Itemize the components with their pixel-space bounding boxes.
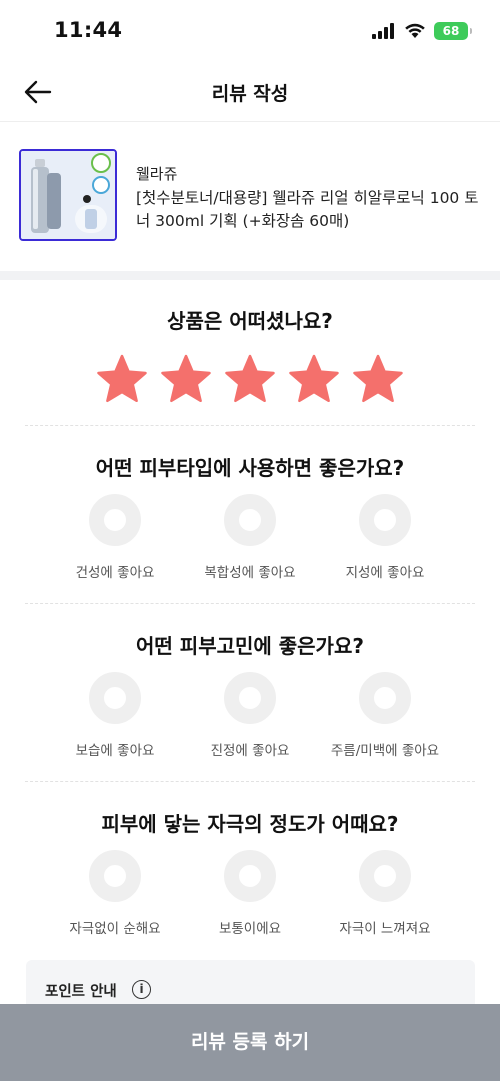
option-label: 보통이에요 <box>218 921 282 937</box>
skin-concern-question: 어떤 피부고민에 좋은가요? <box>136 634 364 658</box>
option-label: 복합성에 좋아요 <box>204 565 296 581</box>
skin-type-question: 어떤 피부타입에 사용하면 좋은가요? <box>95 456 405 480</box>
option-radio[interactable] <box>224 494 276 546</box>
option-label: 자극없이 순해요 <box>69 921 161 937</box>
irritation-question: 피부에 닿는 자극의 정도가 어때요? <box>101 812 399 836</box>
cellular-signal-icon <box>372 23 394 39</box>
page-title: 리뷰 작성 <box>211 83 289 105</box>
dashed-divider <box>25 603 475 604</box>
option-label: 주름/미백에 좋아요 <box>330 743 440 759</box>
option-radio[interactable] <box>224 672 276 724</box>
option-label: 보습에 좋아요 <box>75 743 155 759</box>
section-divider <box>0 271 500 280</box>
option-radio[interactable] <box>89 494 141 546</box>
irritation-option-irritating[interactable]: 자극이 느껴져요 <box>310 850 460 937</box>
rating-question: 상품은 어떠셨나요? <box>167 309 333 333</box>
option-label: 자극이 느껴져요 <box>339 921 431 937</box>
star-icon-3[interactable] <box>224 353 276 405</box>
option-radio[interactable] <box>89 672 141 724</box>
skin-concern-option-soothing[interactable]: 진정에 좋아요 <box>175 672 325 759</box>
submit-review-button[interactable]: 리뷰 등록 하기 <box>0 1004 500 1081</box>
option-radio[interactable] <box>359 672 411 724</box>
product-name: [첫수분토너/대용량] 웰라쥬 리얼 히알루로닉 100 토너 300ml 기획… <box>136 189 479 230</box>
star-icon-2[interactable] <box>160 353 212 405</box>
option-label: 지성에 좋아요 <box>345 565 425 581</box>
skin-concern-option-wrinkle-whitening[interactable]: 주름/미백에 좋아요 <box>310 672 460 759</box>
option-radio[interactable] <box>89 850 141 902</box>
star-icon-4[interactable] <box>288 353 340 405</box>
status-bar: 11:44 68 <box>0 0 500 62</box>
star-rating <box>0 353 500 405</box>
star-icon-5[interactable] <box>352 353 404 405</box>
product-thumbnail <box>19 149 117 241</box>
option-radio[interactable] <box>359 850 411 902</box>
product-brand: 웰라쥬 <box>136 165 178 183</box>
skin-type-option-combination[interactable]: 복합성에 좋아요 <box>175 494 325 581</box>
option-label: 진정에 좋아요 <box>210 743 290 759</box>
info-icon[interactable]: i <box>132 980 151 999</box>
dashed-divider <box>25 425 475 426</box>
product-image <box>21 151 115 239</box>
dashed-divider <box>25 781 475 782</box>
status-icons: 68 <box>372 22 472 40</box>
wifi-icon <box>405 23 425 38</box>
battery-level: 68 <box>442 24 460 38</box>
top-nav: 리뷰 작성 <box>0 62 500 122</box>
point-info-title: 포인트 안내 <box>45 984 117 1000</box>
star-icon-1[interactable] <box>96 353 148 405</box>
option-label: 건성에 좋아요 <box>75 565 155 581</box>
skin-concern-option-moisture[interactable]: 보습에 좋아요 <box>40 672 190 759</box>
option-radio[interactable] <box>224 850 276 902</box>
irritation-option-normal[interactable]: 보통이에요 <box>175 850 325 937</box>
product-summary: 웰라쥬 [첫수분토너/대용량] 웰라쥬 리얼 히알루로닉 100 토너 300m… <box>0 123 500 271</box>
option-radio[interactable] <box>359 494 411 546</box>
skin-type-option-oily[interactable]: 지성에 좋아요 <box>310 494 460 581</box>
skin-type-option-dry[interactable]: 건성에 좋아요 <box>40 494 190 581</box>
irritation-option-gentle[interactable]: 자극없이 순해요 <box>40 850 190 937</box>
status-time: 11:44 <box>54 18 123 42</box>
battery-indicator: 68 <box>434 22 472 40</box>
